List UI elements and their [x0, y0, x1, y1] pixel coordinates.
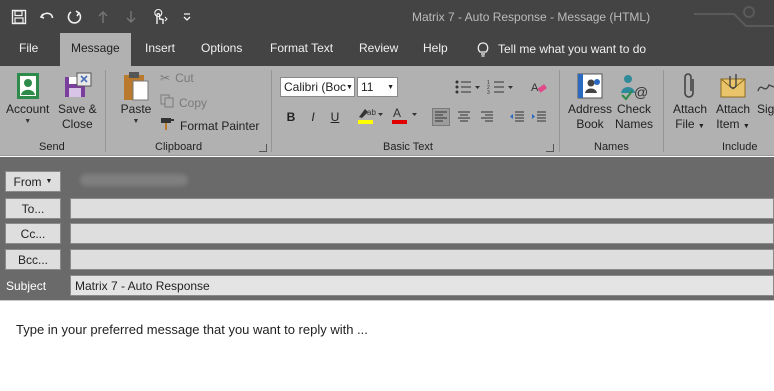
customize-qat-icon[interactable]	[176, 7, 198, 27]
tab-format-text[interactable]: Format Text	[270, 41, 333, 55]
group-label-clipboard: Clipboard	[155, 141, 203, 153]
save-icon[interactable]	[8, 7, 30, 27]
bullets-icon[interactable]	[453, 78, 483, 96]
chevron-down-icon: ▼	[45, 178, 53, 185]
chevron-down-icon: ▼	[132, 118, 140, 125]
check-names-button[interactable]: @ Check Names	[615, 70, 653, 132]
paste-button[interactable]: Paste ▼	[119, 70, 153, 126]
attach-item-icon	[716, 70, 750, 102]
chevron-down-icon: ▼	[387, 83, 394, 91]
message-body-text: Type in your preferred message that you …	[16, 322, 368, 337]
attach-file-button[interactable]: Attach File ▼	[673, 70, 707, 134]
chevron-down-icon: ▼	[742, 123, 750, 130]
tell-me-search[interactable]: Tell me what you want to do	[476, 41, 646, 57]
ribbon-tab-row: File Message Insert Options Format Text …	[0, 33, 774, 66]
group-separator	[271, 70, 272, 152]
tab-options[interactable]: Options	[201, 41, 242, 55]
to-button[interactable]: To...	[5, 198, 61, 219]
tab-message[interactable]: Message	[60, 33, 131, 66]
dialog-launcher-icon[interactable]	[259, 144, 267, 152]
group-label-names: Names	[594, 141, 629, 153]
tell-me-text: Tell me what you want to do	[498, 42, 647, 56]
dialog-launcher-icon[interactable]	[546, 144, 554, 152]
account-button[interactable]: Account ▼	[6, 70, 49, 126]
highlight-color-button[interactable]: ab	[356, 106, 386, 124]
account-icon	[11, 70, 45, 102]
font-color-button[interactable]: A	[390, 106, 420, 124]
touch-mode-icon[interactable]	[148, 7, 170, 27]
bcc-field[interactable]	[70, 249, 774, 270]
signature-button[interactable]: Sig	[757, 70, 774, 117]
underline-button[interactable]: U	[326, 108, 344, 126]
chevron-down-icon: ▼	[346, 83, 353, 91]
redo-icon[interactable]	[64, 7, 86, 27]
decrease-indent-icon[interactable]	[508, 108, 526, 126]
address-book-icon	[573, 70, 607, 102]
copy-button[interactable]: Copy	[160, 94, 207, 111]
arrow-down-icon	[120, 7, 142, 27]
cc-field[interactable]	[70, 223, 774, 244]
align-right-icon[interactable]	[478, 108, 496, 126]
increase-indent-icon[interactable]	[530, 108, 548, 126]
svg-text:A: A	[531, 82, 539, 94]
to-field[interactable]	[70, 198, 774, 219]
svg-text:A: A	[393, 106, 401, 120]
paperclip-icon	[673, 70, 707, 102]
tab-file[interactable]: File	[19, 41, 38, 55]
ribbon: Account ▼ Save & Close Send Paste ▼ ✂ Cu…	[0, 66, 774, 156]
copy-icon	[160, 94, 174, 111]
subject-label: Subject	[6, 279, 47, 293]
chevron-down-icon: ▼	[697, 123, 705, 130]
check-names-icon: @	[617, 70, 651, 102]
signature-icon	[757, 70, 774, 102]
address-book-button[interactable]: Address Book	[568, 70, 612, 132]
chevron-down-icon: ▼	[24, 118, 32, 125]
cut-button[interactable]: ✂ Cut	[160, 71, 194, 85]
align-center-icon[interactable]	[455, 108, 473, 126]
group-separator	[559, 70, 560, 152]
save-close-icon	[60, 70, 94, 102]
svg-text:3: 3	[487, 90, 490, 95]
font-name-combo[interactable]: Calibri (Boc ▼	[280, 77, 355, 97]
message-header: From ▼ To... Cc... Bcc... Subject Matrix…	[0, 157, 774, 300]
attach-item-button[interactable]: Attach Item ▼	[716, 70, 750, 134]
svg-text:@: @	[634, 84, 648, 100]
arrow-up-icon	[92, 7, 114, 27]
group-label-include: Include	[722, 141, 758, 153]
from-button[interactable]: From ▼	[5, 171, 61, 192]
group-separator	[105, 70, 106, 152]
tab-review[interactable]: Review	[359, 41, 398, 55]
save-close-button[interactable]: Save & Close	[58, 70, 97, 132]
group-label-basic-text: Basic Text	[383, 141, 433, 153]
group-label-send: Send	[39, 141, 65, 153]
tab-help[interactable]: Help	[423, 41, 448, 55]
scissors-icon: ✂	[160, 71, 171, 85]
font-size-combo[interactable]: 11 ▼	[357, 77, 398, 97]
svg-text:ab: ab	[367, 108, 376, 117]
lightbulb-icon	[477, 42, 489, 57]
group-separator	[663, 70, 664, 152]
format-painter-icon	[160, 117, 175, 134]
numbering-icon[interactable]: 123	[486, 78, 516, 96]
from-address-redacted	[80, 174, 188, 186]
align-left-icon[interactable]	[432, 108, 450, 126]
cc-button[interactable]: Cc...	[5, 223, 61, 244]
italic-button[interactable]: I	[304, 108, 322, 126]
undo-icon[interactable]	[36, 7, 58, 27]
format-painter-button[interactable]: Format Painter	[160, 117, 259, 134]
bcc-button[interactable]: Bcc...	[5, 249, 61, 270]
clear-formatting-icon[interactable]: A	[530, 78, 548, 96]
message-body-editor[interactable]: Type in your preferred message that you …	[0, 300, 774, 391]
quick-access-toolbar	[8, 7, 198, 27]
paste-icon	[119, 70, 153, 102]
subject-field[interactable]: Matrix 7 - Auto Response	[70, 275, 774, 296]
tab-insert[interactable]: Insert	[145, 41, 175, 55]
bold-button[interactable]: B	[282, 108, 300, 126]
